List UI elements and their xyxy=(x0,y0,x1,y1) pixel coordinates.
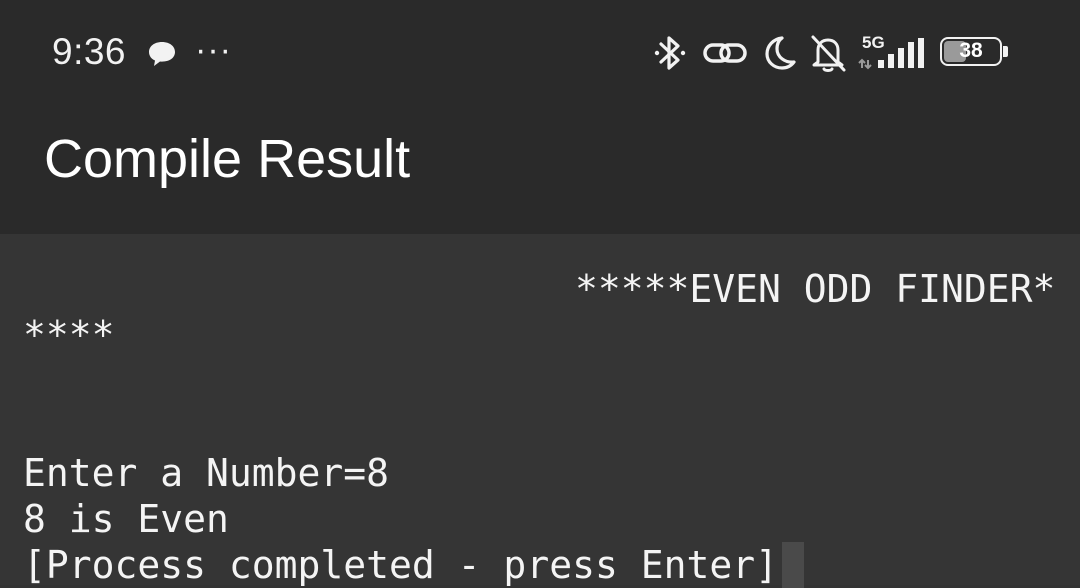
chat-bubble-icon xyxy=(149,42,175,66)
moon-icon xyxy=(765,36,796,70)
battery-icon: 38 xyxy=(940,37,1002,66)
bluetooth-icon xyxy=(654,36,686,70)
signal-icon xyxy=(858,38,924,70)
terminal-completion-line: [Process completed - press Enter] xyxy=(23,543,778,587)
bell-off-icon xyxy=(811,35,846,72)
terminal-result-line: 8 is Even xyxy=(23,497,229,541)
terminal-cursor xyxy=(782,542,804,588)
status-bar: 9:36 ··· 5G 38 xyxy=(0,0,1080,104)
link-icon xyxy=(703,43,747,63)
terminal-output[interactable]: *****EVEN ODD FINDER* **** Enter a Numbe… xyxy=(0,234,1080,588)
battery-nub xyxy=(1003,46,1008,57)
battery-level: 38 xyxy=(959,39,983,62)
more-notifications-icon: ··· xyxy=(195,31,232,69)
page-title: Compile Result xyxy=(44,129,411,189)
top-app-area: 9:36 ··· 5G 38 Compile Result xyxy=(0,0,1080,234)
terminal-header-line-2: **** xyxy=(23,313,115,357)
terminal-prompt-line: Enter a Number=8 xyxy=(23,451,390,495)
terminal-header-line-1: *****EVEN ODD FINDER* xyxy=(575,267,1056,311)
status-time: 9:36 xyxy=(52,31,127,72)
